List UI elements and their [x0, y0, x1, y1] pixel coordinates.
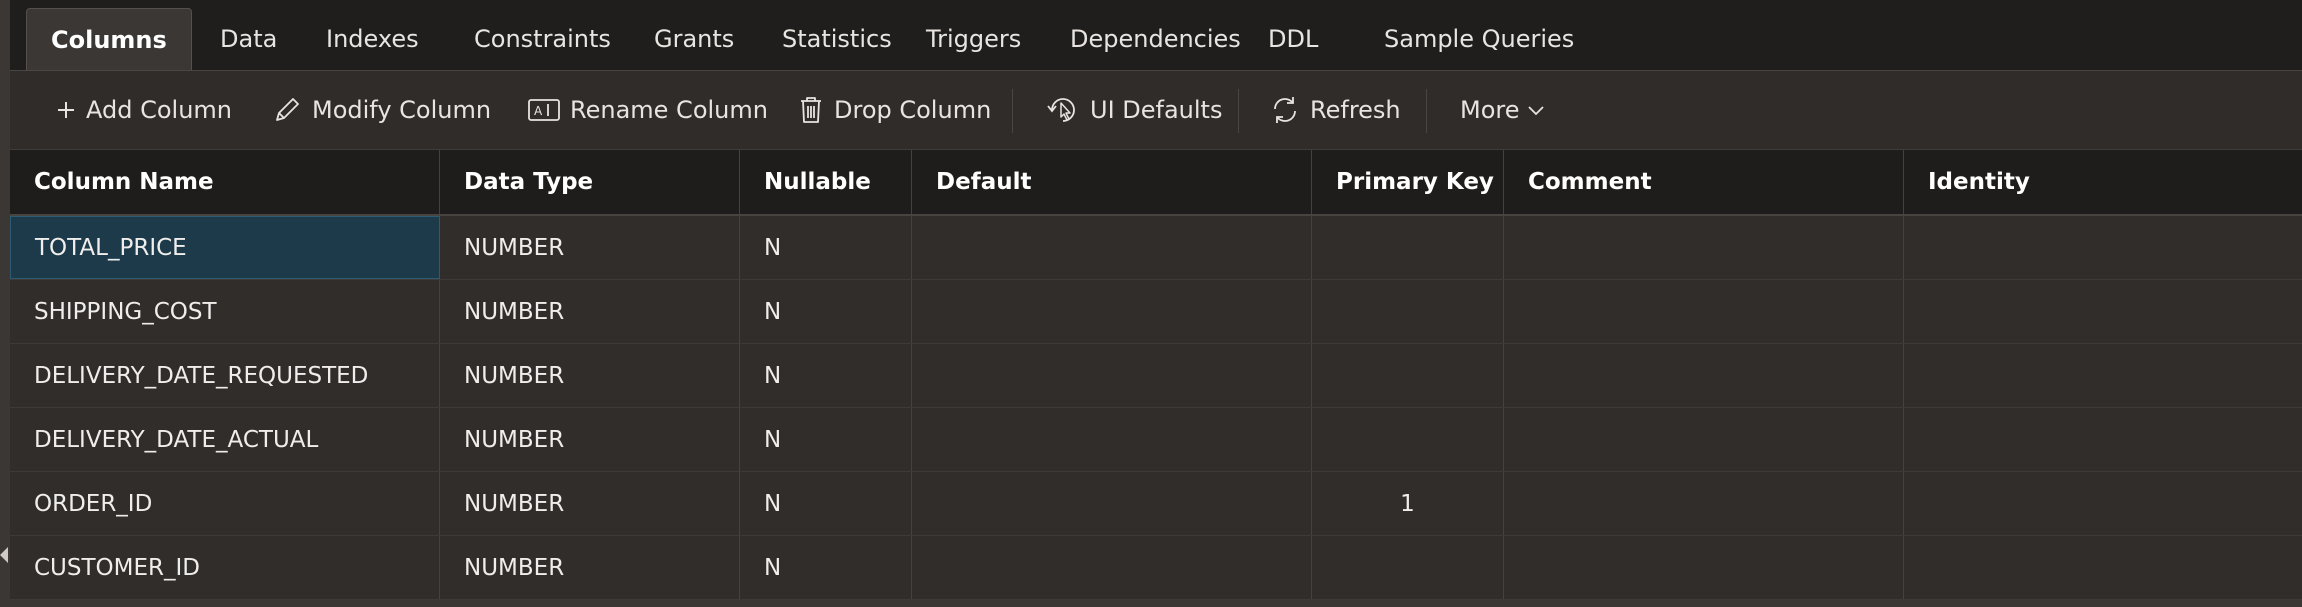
tab-columns[interactable]: Columns — [26, 8, 192, 70]
refresh-button[interactable]: Refresh — [1270, 71, 1401, 149]
table-row[interactable]: CUSTOMER_ID NUMBER N — [10, 536, 2302, 600]
cell-nullable[interactable]: N — [740, 280, 912, 343]
object-browser-columns-view: Columns Data Indexes Constraints Grants … — [0, 0, 2302, 607]
cell-default[interactable] — [912, 216, 1312, 279]
refresh-icon — [1274, 97, 1296, 123]
trash-icon — [801, 97, 821, 123]
cell-default[interactable] — [912, 472, 1312, 535]
table-row[interactable]: ORDER_ID NUMBER N 1 — [10, 472, 2302, 536]
cell-column-name[interactable]: TOTAL_PRICE — [10, 216, 440, 279]
table-row[interactable]: TOTAL_PRICE NUMBER N — [10, 216, 2302, 280]
ui-defaults-label: UI Defaults — [1090, 96, 1223, 124]
modify-column-button[interactable]: Modify Column — [272, 71, 491, 149]
cell-primary-key[interactable]: 1 — [1312, 472, 1504, 535]
cell-comment[interactable] — [1504, 472, 1904, 535]
rename-column-button[interactable]: A Rename Column — [528, 71, 768, 149]
tab-ddl[interactable]: DDL — [1244, 8, 1342, 70]
refresh-label: Refresh — [1310, 96, 1401, 124]
table-row[interactable]: SHIPPING_COST NUMBER N — [10, 280, 2302, 344]
tab-indexes[interactable]: Indexes — [302, 8, 443, 70]
header-default[interactable]: Default — [912, 150, 1312, 214]
toolbar: Add Column Modify Column A Rename Column… — [10, 71, 2302, 150]
tab-statistics[interactable]: Statistics — [758, 8, 916, 70]
header-data-type[interactable]: Data Type — [440, 150, 740, 214]
tab-triggers[interactable]: Triggers — [902, 8, 1045, 70]
cell-column-name[interactable]: DELIVERY_DATE_REQUESTED — [10, 344, 440, 407]
add-column-button[interactable]: Add Column — [56, 71, 232, 149]
tab-sample-queries[interactable]: Sample Queries — [1360, 8, 1598, 70]
pencil-icon — [276, 98, 299, 121]
horizontal-scrollbar[interactable] — [10, 600, 2302, 607]
tab-grants[interactable]: Grants — [630, 8, 758, 70]
table-row[interactable]: DELIVERY_DATE_ACTUAL NUMBER N — [10, 408, 2302, 472]
ui-defaults-icon — [1047, 98, 1075, 122]
tab-data[interactable]: Data — [196, 8, 301, 70]
cell-nullable[interactable]: N — [740, 472, 912, 535]
cell-identity[interactable] — [1904, 344, 2302, 407]
toolbar-separator — [1426, 89, 1427, 133]
cell-data-type[interactable]: NUMBER — [440, 344, 740, 407]
tab-dependencies[interactable]: Dependencies — [1046, 8, 1265, 70]
rename-column-label: Rename Column — [570, 96, 768, 124]
plus-icon — [58, 102, 74, 118]
cell-default[interactable] — [912, 280, 1312, 343]
cell-identity[interactable] — [1904, 280, 2302, 343]
cell-nullable[interactable]: N — [740, 344, 912, 407]
drop-column-button[interactable]: Drop Column — [798, 71, 991, 149]
cell-comment[interactable] — [1504, 216, 1904, 279]
cell-primary-key[interactable] — [1312, 344, 1504, 407]
header-identity[interactable]: Identity — [1904, 150, 2302, 214]
more-label: More — [1460, 96, 1520, 124]
header-column-name[interactable]: Column Name — [10, 150, 440, 214]
columns-grid: Column Name Data Type Nullable Default P… — [10, 150, 2302, 600]
cell-identity[interactable] — [1904, 216, 2302, 279]
cell-data-type[interactable]: NUMBER — [440, 280, 740, 343]
cell-nullable[interactable]: N — [740, 408, 912, 471]
cell-primary-key[interactable] — [1312, 536, 1504, 599]
cell-primary-key[interactable] — [1312, 280, 1504, 343]
table-row[interactable]: DELIVERY_DATE_REQUESTED NUMBER N — [10, 344, 2302, 408]
cell-comment[interactable] — [1504, 344, 1904, 407]
ui-defaults-button[interactable]: UI Defaults — [1046, 71, 1222, 149]
header-comment[interactable]: Comment — [1504, 150, 1904, 214]
cell-comment[interactable] — [1504, 408, 1904, 471]
modify-column-label: Modify Column — [312, 96, 492, 124]
cell-default[interactable] — [912, 536, 1312, 599]
cell-identity[interactable] — [1904, 472, 2302, 535]
chevron-down-icon — [1527, 106, 1544, 116]
cell-primary-key[interactable] — [1312, 408, 1504, 471]
toolbar-separator — [1238, 89, 1239, 133]
more-menu-button[interactable]: More — [1460, 71, 1546, 149]
cell-data-type[interactable]: NUMBER — [440, 536, 740, 599]
toolbar-separator — [1012, 89, 1013, 133]
cell-nullable[interactable]: N — [740, 216, 912, 279]
cell-primary-key[interactable] — [1312, 216, 1504, 279]
cell-nullable[interactable]: N — [740, 536, 912, 599]
left-panel-rail — [0, 0, 10, 607]
cell-data-type[interactable]: NUMBER — [440, 408, 740, 471]
add-column-label: Add Column — [86, 96, 233, 124]
cell-identity[interactable] — [1904, 408, 2302, 471]
tab-constraints[interactable]: Constraints — [450, 8, 635, 70]
cell-data-type[interactable]: NUMBER — [440, 216, 740, 279]
table-header-row: Column Name Data Type Nullable Default P… — [10, 150, 2302, 216]
cell-comment[interactable] — [1504, 536, 1904, 599]
svg-text:A: A — [534, 104, 543, 118]
cell-comment[interactable] — [1504, 280, 1904, 343]
header-nullable[interactable]: Nullable — [740, 150, 912, 214]
drop-column-label: Drop Column — [834, 96, 992, 124]
cell-column-name[interactable]: CUSTOMER_ID — [10, 536, 440, 599]
collapse-arrow-icon[interactable] — [0, 547, 8, 563]
cell-default[interactable] — [912, 344, 1312, 407]
cell-data-type[interactable]: NUMBER — [440, 472, 740, 535]
tab-bar: Columns Data Indexes Constraints Grants … — [10, 0, 2302, 71]
cell-default[interactable] — [912, 408, 1312, 471]
header-primary-key[interactable]: Primary Key — [1312, 150, 1504, 214]
cell-column-name[interactable]: SHIPPING_COST — [10, 280, 440, 343]
rename-icon: A — [528, 99, 560, 121]
cell-column-name[interactable]: ORDER_ID — [10, 472, 440, 535]
cell-identity[interactable] — [1904, 536, 2302, 599]
cell-column-name[interactable]: DELIVERY_DATE_ACTUAL — [10, 408, 440, 471]
